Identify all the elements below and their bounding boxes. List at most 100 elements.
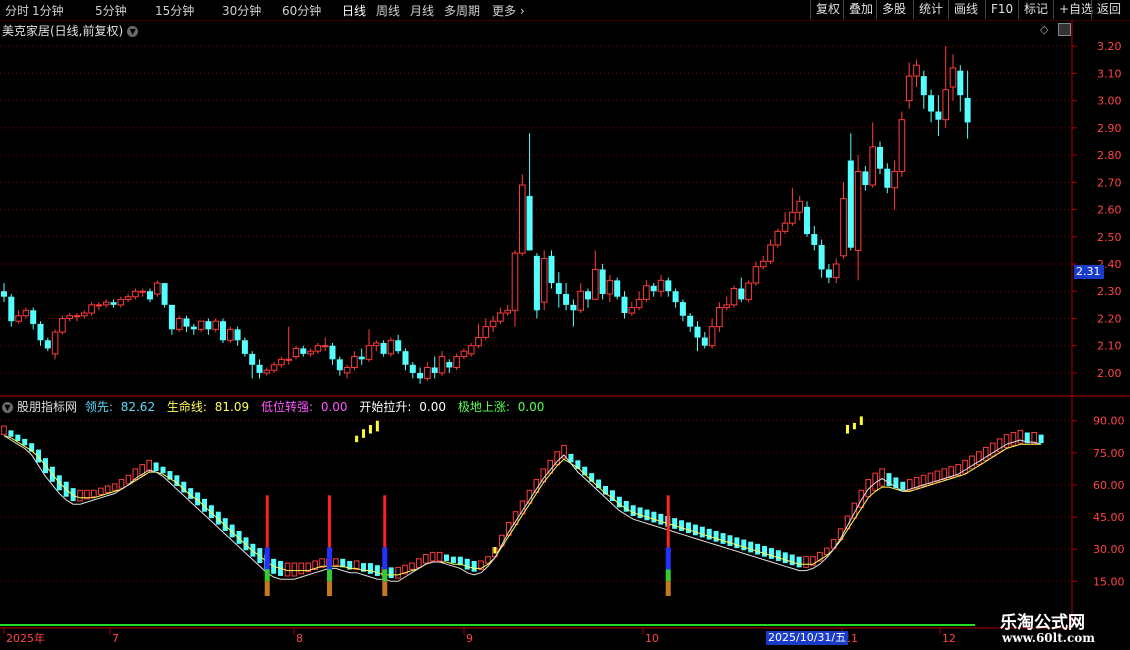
indicator-value: 0.00 — [419, 400, 446, 414]
candle-body — [935, 111, 942, 120]
candle-body — [657, 279, 665, 292]
indicator-bar — [15, 434, 21, 442]
price-tick-label: 2.60 — [1097, 204, 1122, 217]
signal-bar-red — [666, 495, 670, 548]
indicator-bar — [796, 556, 802, 568]
indicator-bar — [734, 537, 740, 549]
candle-body — [555, 283, 562, 294]
candle-body — [467, 345, 475, 355]
indicator-bar — [803, 556, 809, 568]
candle-body — [51, 331, 59, 355]
candle-body — [183, 318, 190, 327]
candle-body — [329, 345, 336, 360]
candle-body — [701, 337, 708, 346]
indicator-bar — [741, 539, 747, 551]
candle-body — [438, 356, 446, 374]
candle-body — [606, 279, 614, 295]
candle-body — [847, 160, 854, 248]
indicator-bar — [409, 562, 415, 571]
yellow-spike — [355, 435, 359, 443]
candle-body — [832, 263, 840, 279]
time-tick-label: 8 — [296, 632, 303, 645]
indicator-label: 生命线: — [166, 400, 207, 414]
candle-body — [504, 309, 511, 314]
candle-body — [343, 366, 351, 374]
indicator-bar — [692, 524, 698, 536]
indicator-value: 81.09 — [214, 400, 250, 414]
yellow-spike — [493, 547, 497, 554]
indicator-bar — [651, 511, 657, 523]
candle-body — [154, 282, 161, 295]
candle-body — [628, 307, 636, 314]
indicator-bar — [298, 562, 305, 575]
indicator-bar — [291, 562, 298, 577]
chevron-down-icon[interactable]: ▼ — [2, 402, 13, 413]
candle-body — [635, 298, 643, 309]
candle-body — [446, 362, 453, 368]
yellow-spike — [852, 422, 856, 430]
indicator-bar — [91, 489, 97, 498]
price-tick-label: 2.50 — [1097, 231, 1122, 244]
candle-body — [358, 356, 365, 360]
candle-body — [139, 290, 146, 293]
indicator-bar — [443, 554, 449, 561]
time-tick-label: 10 — [645, 632, 659, 645]
signal-bar-blue — [382, 547, 388, 570]
price-tick-label: 3.10 — [1097, 67, 1122, 80]
candle-body — [321, 345, 329, 348]
signal-bar-green — [382, 569, 388, 582]
indicator-bar — [422, 554, 429, 564]
candle-body — [73, 315, 81, 318]
signal-bar-green — [264, 569, 270, 582]
candle-body — [599, 269, 606, 294]
candle-body — [774, 230, 782, 246]
candle-body — [643, 285, 650, 300]
indicator-bar — [429, 551, 436, 562]
candle-body — [949, 67, 957, 88]
candle-body — [614, 280, 621, 297]
candle-body — [81, 312, 88, 317]
panel-toggle-icon[interactable] — [1058, 23, 1071, 36]
indicator-bar — [713, 530, 719, 542]
indicator-bar — [374, 565, 380, 576]
indicator-bar — [125, 474, 132, 485]
candle-body — [519, 184, 526, 254]
indicator-bar — [450, 556, 456, 564]
signal-bar-blue — [264, 547, 270, 570]
diamond-icon[interactable]: ◇ — [1040, 23, 1048, 36]
indicator-tick-label: 60.00 — [1093, 479, 1125, 492]
candle-body — [957, 70, 964, 96]
indicator-bar — [1038, 434, 1044, 444]
indicator-bar — [658, 513, 664, 525]
indicator-name: 股朋指标网 — [17, 400, 78, 414]
indicator-bar — [464, 558, 470, 570]
indicator-bar — [471, 560, 477, 572]
indicator-bar — [97, 487, 104, 496]
grid-lines — [0, 45, 1072, 582]
candle-body — [869, 146, 877, 186]
candle-body — [905, 75, 913, 102]
candle-body — [424, 366, 431, 379]
kline-chart[interactable]: 3.203.103.002.902.802.702.602.502.402.30… — [0, 0, 1130, 650]
candle-body — [460, 350, 468, 358]
indicator-bar — [768, 548, 774, 559]
chevron-down-icon[interactable]: ▼ — [127, 26, 139, 37]
indicator-bar — [727, 535, 733, 546]
price-tick-label: 2.90 — [1097, 122, 1122, 135]
candle-body — [665, 280, 672, 292]
indicator-bar — [146, 459, 152, 472]
indicator-bar — [416, 558, 422, 568]
indicator-bar — [706, 528, 712, 540]
indicator-bar — [672, 518, 678, 529]
yellow-spike — [375, 420, 379, 432]
candle-body — [22, 309, 30, 317]
indicator-bar — [8, 430, 14, 437]
indicator-bar — [699, 526, 705, 538]
candle-body — [409, 364, 416, 373]
price-tick-label: 3.20 — [1097, 40, 1122, 53]
indicator-bar — [104, 485, 111, 493]
candle-body — [44, 340, 51, 349]
candle-body — [489, 320, 497, 328]
yellow-spike — [362, 429, 366, 438]
candle-body — [497, 312, 504, 322]
